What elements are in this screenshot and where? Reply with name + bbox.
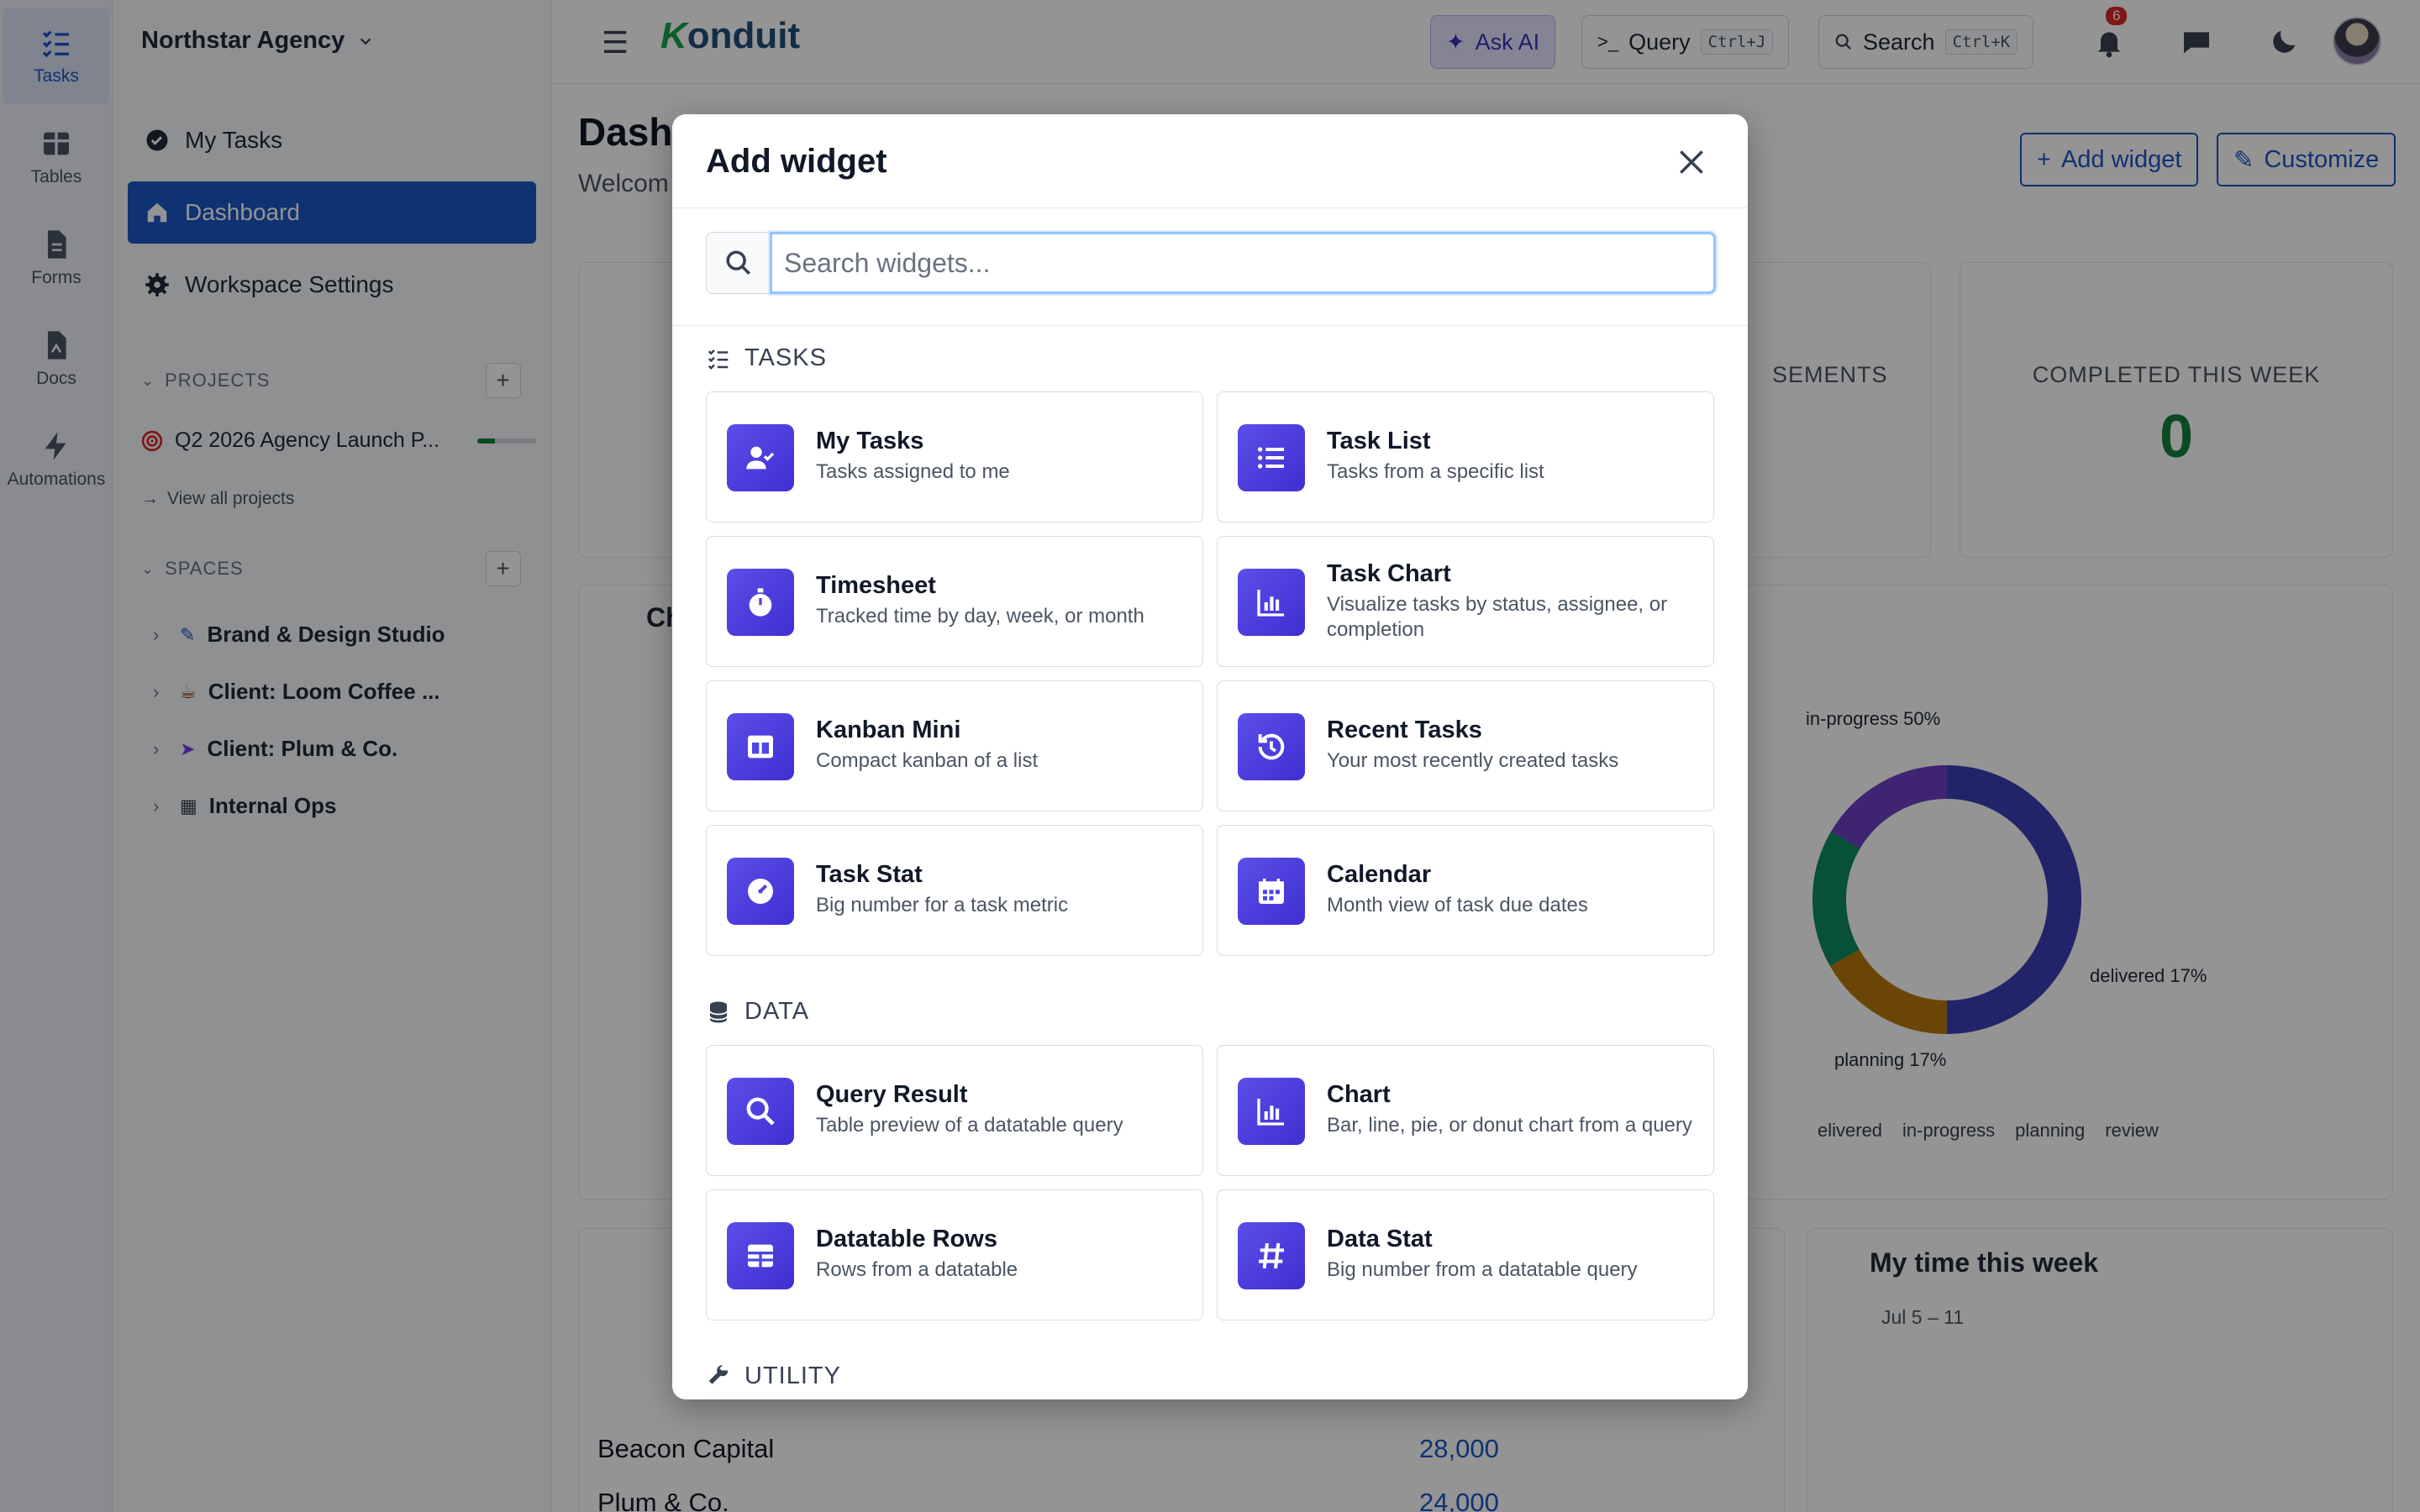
list-icon bbox=[1238, 424, 1305, 491]
user-check-icon bbox=[727, 424, 794, 491]
category-name: UTILITY bbox=[744, 1362, 841, 1389]
widget-description: Bar, line, pie, or donut chart from a qu… bbox=[1327, 1114, 1692, 1137]
bar-chart-icon bbox=[1238, 569, 1305, 636]
wrench-icon bbox=[708, 1364, 729, 1384]
widget-tile-chart[interactable]: Chart Bar, line, pie, or donut chart fro… bbox=[1217, 1045, 1714, 1176]
widget-title: Calendar bbox=[1327, 861, 1432, 888]
category-name: DATA bbox=[744, 998, 810, 1025]
widget-description: Big number from a datatable query bbox=[1327, 1258, 1638, 1281]
history-icon bbox=[1238, 713, 1305, 780]
widget-description: Table preview of a datatable query bbox=[816, 1114, 1123, 1137]
widget-tile-kanban-mini[interactable]: Kanban Mini Compact kanban of a list bbox=[706, 680, 1203, 811]
widget-title: Kanban Mini bbox=[816, 717, 961, 743]
search-icon bbox=[727, 1078, 794, 1145]
dialog-header: Add widget bbox=[672, 114, 1748, 208]
widget-tile-timesheet[interactable]: Timesheet Tracked time by day, week, or … bbox=[706, 536, 1203, 667]
widget-tile-query-result[interactable]: Query Result Table preview of a datatabl… bbox=[706, 1045, 1203, 1176]
widget-tile-recent-tasks[interactable]: Recent Tasks Your most recently created … bbox=[1217, 680, 1714, 811]
widget-description: Compact kanban of a list bbox=[816, 749, 1039, 772]
widget-tile-task-list[interactable]: Task List Tasks from a specific list bbox=[1217, 391, 1714, 522]
widget-description: Rows from a datatable bbox=[816, 1258, 1018, 1281]
widget-search-bar bbox=[672, 208, 1748, 326]
widget-title: Datatable Rows bbox=[816, 1226, 997, 1252]
widget-title: Chart bbox=[1327, 1081, 1391, 1108]
widget-search-input[interactable] bbox=[770, 232, 1716, 294]
widget-title: Task List bbox=[1327, 428, 1431, 454]
category-header-utility: UTILITY bbox=[706, 1362, 841, 1390]
widget-title: Recent Tasks bbox=[1327, 717, 1482, 743]
category-header-tasks: TASKS bbox=[706, 344, 827, 372]
kanban-icon bbox=[727, 713, 794, 780]
widget-description: Tracked time by day, week, or month bbox=[816, 605, 1144, 627]
widget-tile-task-chart[interactable]: Task Chart Visualize tasks by status, as… bbox=[1217, 536, 1714, 667]
widget-tile-task-stat[interactable]: Task Stat Big number for a task metric bbox=[706, 825, 1203, 956]
calendar-icon bbox=[1238, 858, 1305, 925]
widget-description: Month view of task due dates bbox=[1327, 894, 1588, 916]
add-widget-dialog: Add widget TASKS My Tasks Tasks assigned… bbox=[672, 114, 1748, 1399]
search-icon bbox=[725, 250, 750, 276]
category-header-data: DATA bbox=[706, 998, 809, 1026]
widget-title: Data Stat bbox=[1327, 1226, 1433, 1252]
widget-title: My Tasks bbox=[816, 428, 924, 454]
widget-tile-data-stat[interactable]: Data Stat Big number from a datatable qu… bbox=[1217, 1189, 1714, 1320]
gauge-icon bbox=[727, 858, 794, 925]
widget-description: Your most recently created tasks bbox=[1327, 749, 1619, 772]
list-check-icon bbox=[708, 349, 729, 370]
stopwatch-icon bbox=[727, 569, 794, 636]
widget-tile-calendar[interactable]: Calendar Month view of task due dates bbox=[1217, 825, 1714, 956]
widget-description: Tasks from a specific list bbox=[1327, 460, 1544, 483]
widget-description: Tasks assigned to me bbox=[816, 460, 1010, 483]
widget-tile-datatable-rows[interactable]: Datatable Rows Rows from a datatable bbox=[706, 1189, 1203, 1320]
table-icon bbox=[727, 1222, 794, 1289]
widget-title: Query Result bbox=[816, 1081, 968, 1108]
widget-title: Task Chart bbox=[1327, 560, 1451, 587]
category-name: TASKS bbox=[744, 344, 827, 371]
widget-title: Timesheet bbox=[816, 572, 936, 599]
close-icon[interactable] bbox=[1676, 146, 1707, 178]
hash-icon bbox=[1238, 1222, 1305, 1289]
dialog-title: Add widget bbox=[706, 143, 887, 180]
search-addon bbox=[706, 232, 770, 294]
widget-description: Big number for a task metric bbox=[816, 894, 1069, 916]
widget-description: Visualize tasks by status, assignee, or … bbox=[1327, 593, 1668, 641]
database-icon bbox=[709, 1001, 728, 1022]
widget-title: Task Stat bbox=[816, 861, 923, 888]
widget-tile-my-tasks[interactable]: My Tasks Tasks assigned to me bbox=[706, 391, 1203, 522]
bar-chart-icon bbox=[1238, 1078, 1305, 1145]
